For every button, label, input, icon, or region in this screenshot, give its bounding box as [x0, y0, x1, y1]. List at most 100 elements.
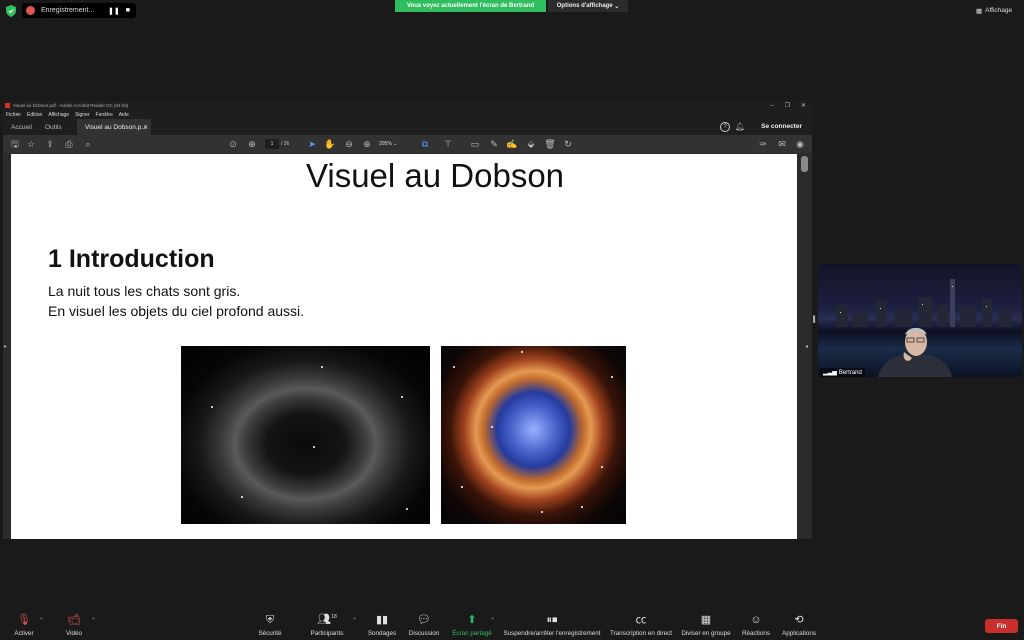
shield-icon: ⛨ [265, 614, 275, 626]
apps-icon: ⟲ [794, 614, 804, 626]
video-off-icon: 📹︎ [67, 614, 81, 626]
record-label: Suspendre/arrêter l'enregistrement [503, 630, 601, 637]
search-icon[interactable]: ⌕ [82, 138, 94, 150]
apps-label: Applications [782, 630, 816, 637]
chevron-up-icon[interactable]: ⌃ [490, 617, 495, 624]
sign-icon[interactable]: ✍ [506, 138, 518, 150]
resize-handle[interactable]: ▌ [813, 317, 817, 323]
acrobat-tabs: Accueil Outils Visuel au Dobson.p... ✕ ?… [3, 119, 812, 135]
recording-control-button[interactable]: ⏸⏹ Suspendre/arrêter l'enregistrement [500, 606, 604, 640]
pen-icon[interactable]: ✎ [488, 138, 500, 150]
window-title: Visuel au Dobson.pdf - Adobe Acrobat Rea… [13, 103, 129, 108]
hand-icon[interactable]: ✋ [324, 138, 336, 150]
close-icon[interactable]: ✕ [143, 124, 148, 131]
video-button[interactable]: 📹︎ Vidéo [62, 606, 86, 640]
acrobat-window: Visuel au Dobson.pdf - Adobe Acrobat Rea… [3, 101, 812, 539]
select-cursor-icon[interactable]: ➤ [306, 138, 318, 150]
bell-icon[interactable]: 🔔︎ [735, 122, 745, 131]
maximize-icon[interactable]: ❐ [785, 102, 790, 109]
account-icon[interactable]: ◉ [794, 138, 806, 150]
fit-page-icon[interactable]: ⧉ [419, 138, 431, 150]
menu-file[interactable]: Fichier [6, 112, 21, 118]
recording-indicator[interactable]: Enregistrement... ❚❚ ■ [22, 3, 136, 18]
page-down-icon[interactable]: ⊕ [246, 138, 258, 150]
participant-video[interactable]: ▂▃▅ Bertrand [818, 264, 1022, 377]
transcription-button[interactable]: ㏄ Transcription en direct [608, 606, 674, 640]
menu-window[interactable]: Fenêtre [96, 112, 113, 118]
print-icon[interactable]: ⎙ [63, 138, 75, 150]
zoom-out-icon[interactable]: ⊖ [343, 138, 355, 150]
view-button[interactable]: ▦ Affichage [976, 5, 1020, 16]
recording-label: Enregistrement... [41, 7, 95, 14]
unmute-label: Activer [14, 630, 34, 637]
star-icon[interactable]: ☆ [25, 138, 37, 150]
security-button[interactable]: ⛨ Sécurité [254, 606, 286, 640]
participant-name: Bertrand [838, 369, 862, 376]
save-icon[interactable]: 🖫 [9, 138, 21, 150]
chevron-up-icon[interactable]: ⌃ [39, 617, 44, 624]
chat-label: Discussion [408, 630, 440, 637]
menu-view[interactable]: Affichage [48, 112, 69, 118]
menu-sign[interactable]: Signer [75, 112, 89, 118]
stop-icon[interactable]: ■ [126, 7, 130, 15]
pause-stop-icon: ⏸⏹ [546, 614, 558, 626]
stamp-icon[interactable]: ⊤ [442, 138, 454, 150]
unmute-button[interactable]: 🎙︎ Activer [10, 606, 38, 640]
window-controls: – ❐ ✕ [770, 101, 806, 110]
paragraph-line-2: En visuel les objets du ciel profond aus… [48, 303, 305, 319]
menu-edit[interactable]: Edition [27, 112, 42, 118]
end-meeting-button[interactable]: Fin [985, 619, 1018, 633]
mail-icon[interactable]: ✉ [776, 138, 788, 150]
video-label: Vidéo [66, 630, 82, 637]
pause-icon[interactable]: ❚❚ [108, 7, 120, 15]
breakout-rooms-button[interactable]: ▦ Diviser en groupe [680, 606, 732, 640]
page-number-input[interactable]: 1 [265, 139, 279, 149]
chevron-up-icon[interactable]: ⌃ [352, 617, 357, 624]
smiley-icon: ☺ [750, 614, 762, 626]
edit-sign-icon[interactable]: ✑ [757, 138, 769, 150]
sign-in-button[interactable]: Se connecter [761, 123, 802, 130]
shield-icon[interactable] [6, 5, 16, 17]
zoom-in-icon[interactable]: ⊕ [361, 138, 373, 150]
participants-button[interactable]: 👥︎18 Participants [306, 606, 348, 640]
trash-icon[interactable]: 🗑︎ [544, 138, 556, 150]
chevron-up-icon[interactable]: ⌃ [91, 617, 96, 624]
polls-button[interactable]: ▮▮ Sondages [366, 606, 398, 640]
reactions-button[interactable]: ☺ Réactions [740, 606, 772, 640]
view-options-button[interactable]: Options d'affichage ⌄ [548, 0, 628, 12]
share-screen-icon: ⬆ [467, 614, 477, 626]
chat-icon: 💬︎ [417, 614, 431, 626]
tab-document-label: Visuel au Dobson.p... [85, 123, 147, 131]
chat-button[interactable]: 💬︎ Discussion [406, 606, 442, 640]
scroll-thumb[interactable] [801, 156, 808, 172]
help-icon[interactable]: ? [720, 122, 730, 132]
section-heading: 1 Introduction [48, 245, 215, 273]
share-screen-button[interactable]: ⬆ Écran partagé [450, 606, 494, 640]
participant-name-tag: ▂▃▅ Bertrand [820, 368, 865, 377]
participants-icon: 👥︎18 [317, 614, 337, 626]
breakout-label: Diviser en groupe [681, 630, 731, 637]
rotate-icon[interactable]: ↻ [562, 138, 574, 150]
page-up-icon[interactable]: ⊙ [227, 138, 239, 150]
view-label: Affichage [985, 7, 1013, 14]
comment-icon[interactable]: ▭ [469, 138, 481, 150]
tab-tools[interactable]: Outils [45, 119, 62, 135]
nebula-photo-image [441, 346, 626, 524]
share-label: Écran partagé [452, 630, 492, 637]
chevron-left-icon[interactable]: ▸ [4, 343, 7, 350]
participant-avatar [878, 327, 952, 377]
tab-document[interactable]: Visuel au Dobson.p... ✕ [77, 119, 151, 135]
tab-home[interactable]: Accueil [11, 119, 32, 135]
zoom-level[interactable]: 205% ⌄ [379, 139, 407, 149]
upload-icon[interactable]: ⇪ [44, 138, 56, 150]
menu-help[interactable]: Aide [119, 112, 129, 118]
zoom-value: 205% [379, 141, 392, 147]
close-icon[interactable]: ✕ [801, 102, 806, 109]
mic-muted-icon: 🎙︎ [17, 614, 31, 626]
apps-button[interactable]: ⟲ Applications [780, 606, 818, 640]
fill-icon[interactable]: ⬙ [525, 138, 537, 150]
chevron-down-icon: ⌄ [612, 3, 620, 10]
page-total: / 36 [281, 141, 290, 147]
chevron-left-icon[interactable]: ◂ [805, 343, 808, 350]
minimize-icon[interactable]: – [770, 103, 773, 109]
